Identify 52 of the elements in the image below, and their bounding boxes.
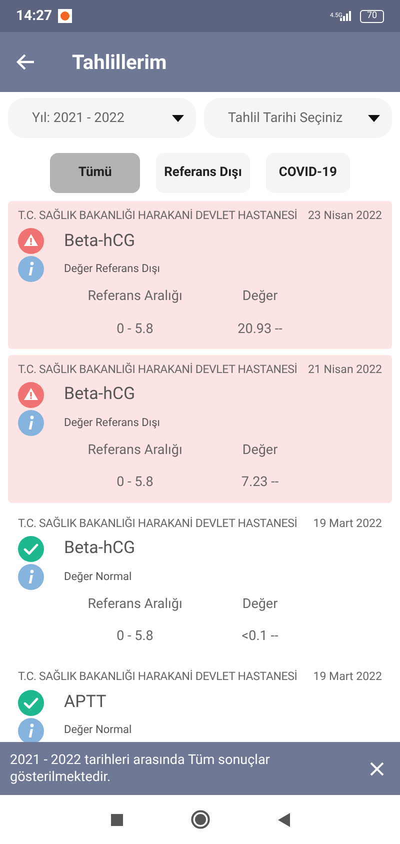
reference-range: 0 - 5.8	[116, 473, 154, 492]
signal-icon	[340, 11, 352, 21]
result-card[interactable]: T.C. SAĞLIK BAKANLIĞI HARAKANİ DEVLET HASTANESİ 21 Nisan 2022 Beta-hCG Değer Referans Dışı Referans Aralığı Değer 0 - 5.8 7.23 --	[8, 354, 392, 502]
battery-indicator: 70	[360, 10, 384, 22]
warning-icon	[18, 228, 44, 254]
column-heading: Değer	[242, 594, 278, 614]
reference-range: 0 - 5.8	[116, 320, 154, 338]
column-heading: Referans Aralığı	[88, 594, 182, 614]
result-value: 20.93 --	[238, 320, 282, 338]
result-value: <0.1 --	[242, 627, 278, 646]
column-heading: Referans Aralığı	[88, 441, 182, 460]
notification-icon	[58, 9, 72, 23]
filter-tab[interactable]: COVID-19	[266, 153, 350, 193]
back-icon[interactable]	[278, 812, 290, 826]
result-date: 19 Mart 2022	[313, 668, 382, 686]
result-status: Değer Referans Dışı	[64, 261, 160, 277]
warning-icon	[18, 382, 44, 408]
column-heading: Değer	[242, 287, 278, 306]
hospital-name: T.C. SAĞLIK BAKANLIĞI HARAKANİ DEVLET HASTANESİ	[18, 668, 298, 686]
back-arrow-icon[interactable]	[16, 52, 36, 72]
hospital-name: T.C. SAĞLIK BAKANLIĞI HARAKANİ DEVLET HASTANESİ	[18, 207, 298, 224]
test-name: Beta-hCG	[64, 383, 136, 406]
dropdown[interactable]: Tahlil Tarihi Seçiniz	[204, 98, 392, 138]
filter-tab[interactable]: Tümü	[50, 153, 140, 193]
page-title: Tahlillerim	[72, 49, 167, 76]
caret-icon	[368, 114, 380, 122]
caret-icon	[172, 114, 184, 122]
clock: 14:27	[16, 6, 52, 26]
close-icon[interactable]	[370, 762, 384, 776]
result-date: 21 Nisan 2022	[308, 360, 382, 378]
result-card[interactable]: T.C. SAĞLIK BAKANLIĞI HARAKANİ DEVLET HASTANESİ 23 Nisan 2022 Beta-hCG Değer Referans Dışı Referans Aralığı Değer 0 - 5.8 20.93 --	[8, 201, 392, 349]
home-icon[interactable]	[190, 810, 210, 829]
result-status: Değer Normal	[64, 568, 132, 584]
result-date: 23 Nisan 2022	[308, 207, 382, 224]
column-heading: Referans Aralığı	[88, 287, 182, 306]
test-name: Beta-hCG	[64, 537, 136, 560]
hospital-name: T.C. SAĞLIK BAKANLIĞI HARAKANİ DEVLET HASTANESİ	[18, 514, 298, 532]
check-icon	[18, 536, 44, 562]
result-date: 19 Mart 2022	[313, 514, 382, 532]
hospital-name: T.C. SAĞLIK BAKANLIĞI HARAKANİ DEVLET HASTANESİ	[18, 360, 298, 378]
snackbar-message: 2021 - 2022 tarihleri arasında Tüm sonuçlar gösterilmektedir.	[10, 752, 271, 786]
result-status: Değer Normal	[64, 722, 132, 738]
stop-icon[interactable]	[110, 814, 122, 826]
test-name: Beta-hCG	[64, 230, 136, 252]
test-name: APTT	[64, 690, 106, 714]
dropdown[interactable]: Yıl: 2021 - 2022	[8, 98, 196, 138]
result-status: Değer Referans Dışı	[64, 414, 160, 431]
check-icon	[18, 690, 44, 716]
column-heading: Değer	[242, 441, 278, 460]
result-value: 7.23 --	[241, 473, 279, 492]
reference-range: 0 - 5.8	[116, 627, 154, 646]
filter-tab[interactable]: Referans Dışı	[156, 153, 250, 193]
